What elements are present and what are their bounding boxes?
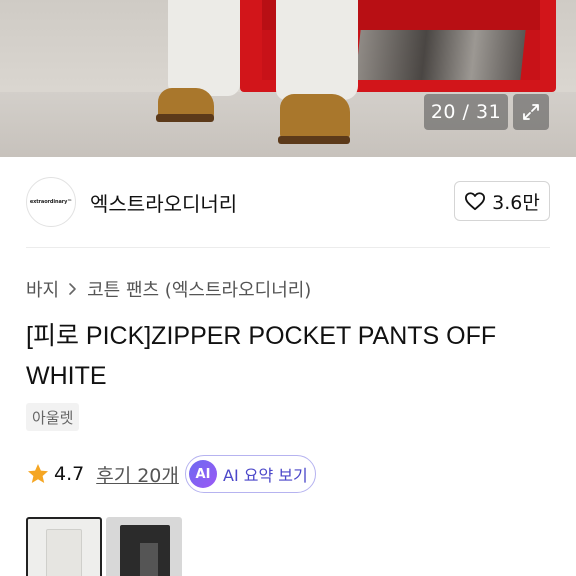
seller-logo[interactable]: extraordinary™ [26, 177, 76, 227]
reviews-link[interactable]: 후기 20개 [96, 461, 179, 488]
chevron-right-icon [67, 282, 79, 296]
like-count: 3.6만 [492, 191, 540, 214]
image-pant-leg-left [168, 0, 240, 96]
seller-logo-text: extraordinary™ [29, 199, 73, 205]
product-title: [피로 PICK]ZIPPER POCKET PANTS OFF WHITE [26, 316, 556, 396]
breadcrumb-item-pants[interactable]: 바지 [26, 276, 59, 302]
image-boot-sole-left [156, 114, 214, 122]
thumbnail-pants-white [46, 529, 82, 576]
star-icon [28, 464, 48, 483]
ai-badge-icon: AI [189, 460, 217, 488]
thumbnail-2[interactable] [106, 517, 182, 576]
seller-name[interactable]: 엑스트라오디너리 [90, 188, 237, 217]
section-divider [26, 247, 550, 248]
seller-row: extraordinary™ 엑스트라오디너리 3.6만 [0, 157, 576, 247]
expand-button[interactable] [513, 94, 549, 130]
image-boot-right [280, 94, 350, 140]
ai-summary-label: AI 요약 보기 [223, 466, 308, 485]
breadcrumb: 바지 코튼 팬츠 (엑스트라오디너리) [26, 276, 311, 302]
outlet-tag: 아울렛 [26, 403, 80, 431]
image-magazine [355, 30, 526, 80]
image-pant-leg-right [276, 0, 358, 100]
thumbnail-1[interactable] [26, 517, 102, 576]
product-title-line1: [피로 PICK]ZIPPER POCKET PANTS OFF [26, 322, 497, 350]
ai-summary-button[interactable]: AI AI 요약 보기 [185, 455, 316, 493]
product-title-line2: WHITE [26, 362, 107, 390]
rating-row: 4.7 후기 20개 [26, 456, 179, 492]
expand-icon [523, 104, 539, 120]
image-boot-sole-right [278, 136, 350, 144]
image-counter: 20 / 31 [424, 94, 508, 130]
rating-score: 4.7 [54, 463, 85, 485]
product-image[interactable]: 20 / 31 [0, 0, 576, 157]
thumbnail-pants-black-detail [140, 543, 158, 576]
like-button[interactable]: 3.6만 [454, 181, 550, 221]
heart-icon [465, 192, 486, 211]
breadcrumb-item-cotton-pants[interactable]: 코튼 팬츠 (엑스트라오디너리) [87, 276, 311, 302]
